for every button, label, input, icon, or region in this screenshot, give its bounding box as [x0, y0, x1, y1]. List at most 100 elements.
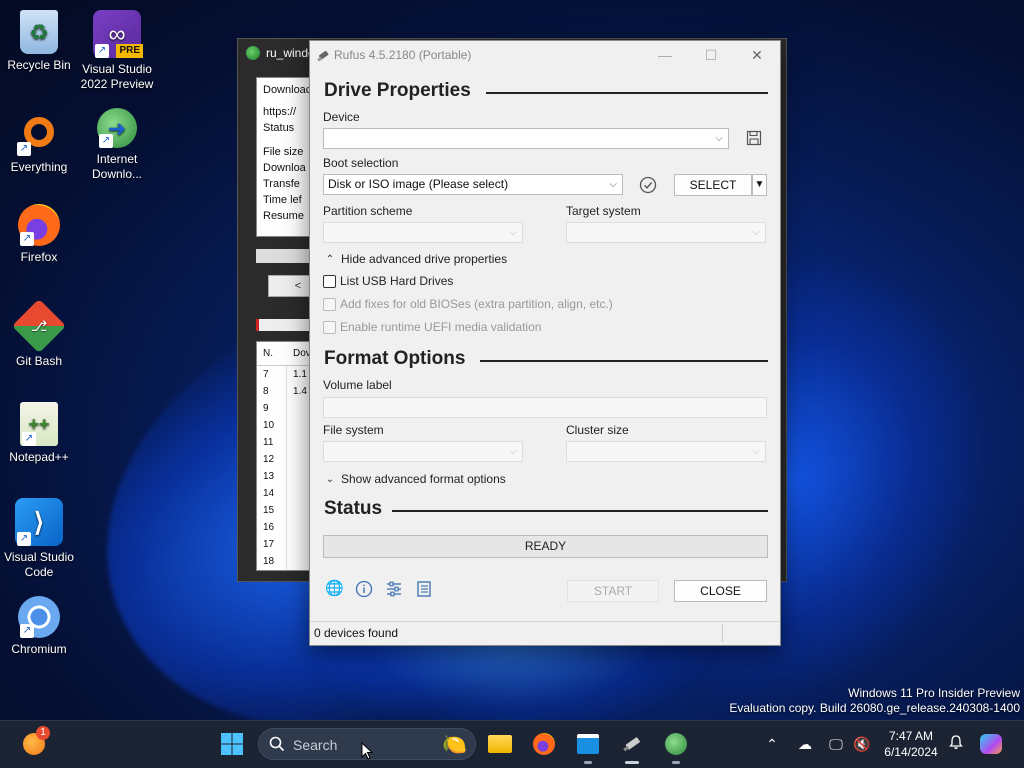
usb-drive-icon [317, 50, 329, 62]
start-button-windows-icon[interactable] [216, 728, 248, 760]
windows-evaluation-watermark: Windows 11 Pro Insider Preview Evaluatio… [729, 686, 1020, 715]
row-value [287, 502, 293, 519]
log-list-icon[interactable] [415, 580, 433, 598]
show-advanced-format-toggle[interactable]: ⌄ Show advanced format options [323, 472, 506, 486]
desktop-icon-label: Firefox [20, 250, 58, 264]
save-icon[interactable] [746, 130, 762, 146]
desktop-icon-internet-download-manager[interactable]: ➜ ↗ Internet Downlo... [78, 108, 156, 182]
volume-muted-icon[interactable]: 🔇 [852, 734, 872, 754]
minimize-button[interactable]: — [642, 41, 688, 69]
select-dropdown-arrow[interactable]: ▼ [752, 174, 767, 196]
desktop-icon-chromium[interactable]: ↗ Chromium [0, 596, 78, 657]
device-dropdown[interactable]: ⌵ [323, 128, 729, 149]
notification-bell-icon[interactable] [946, 734, 966, 754]
window-title: Rufus 4.5.2180 (Portable) [334, 48, 472, 62]
old-bios-fixes-checkbox[interactable]: Add fixes for old BIOSes (extra partitio… [323, 297, 613, 311]
devices-found-text: 0 devices found [314, 626, 399, 640]
rufus-window[interactable]: Rufus 4.5.2180 (Portable) — ☐ ✕ Drive Pr… [309, 40, 781, 646]
chevron-down-icon: ⌵ [715, 133, 723, 144]
shortcut-arrow-icon: ↗ [95, 44, 109, 58]
chevron-down-icon: ⌵ [752, 446, 760, 457]
cluster-size-dropdown[interactable]: ⌵ [566, 441, 766, 462]
partition-scheme-dropdown[interactable]: ⌵ [323, 222, 523, 243]
file-system-dropdown[interactable]: ⌵ [323, 441, 523, 462]
row-number: 16 [257, 519, 287, 536]
desktop-icon-label: Notepad++ [9, 450, 69, 464]
partition-scheme-label: Partition scheme [323, 204, 413, 218]
checkbox-box [323, 297, 336, 311]
volume-label-label: Volume label [323, 378, 392, 392]
close-button[interactable]: CLOSE [674, 580, 767, 602]
rufus-taskbar-icon[interactable] [616, 728, 648, 764]
uefi-validation-checkbox[interactable]: Enable runtime UEFI media validation [323, 320, 541, 334]
row-value [287, 468, 293, 485]
caret-down-icon: ▼ [754, 179, 765, 190]
row-number: 14 [257, 485, 287, 502]
desktop-icon-everything[interactable]: ↗ Everything [0, 108, 78, 175]
device-label: Device [323, 110, 360, 124]
microsoft-store-icon[interactable] [572, 728, 604, 764]
desktop-icon-visual-studio-code[interactable]: ⟩ ↗ Visual Studio Code [0, 498, 78, 580]
select-button[interactable]: SELECT [674, 174, 752, 196]
windows-logo-icon [221, 733, 243, 755]
chevron-up-icon[interactable]: ⌃ [762, 734, 782, 754]
search-input[interactable] [293, 735, 423, 755]
notepad-plus-plus-icon: ++ ↗ [20, 402, 58, 446]
section-divider [480, 360, 768, 362]
file-explorer-icon[interactable] [484, 728, 516, 760]
taskbar-clock[interactable]: 7:47 AM 6/14/2024 [876, 728, 946, 760]
clock-date: 6/14/2024 [884, 745, 938, 759]
list-usb-hard-drives-checkbox[interactable]: List USB Hard Drives [323, 274, 453, 288]
boot-selection-dropdown[interactable]: Disk or ISO image (Please select) ⌵ [323, 174, 623, 195]
copilot-icon[interactable] [980, 734, 1006, 754]
hide-advanced-drive-toggle[interactable]: ⌃ Hide advanced drive properties [323, 252, 507, 266]
row-value [287, 485, 293, 502]
status-progress-bar: READY [323, 535, 768, 558]
checkbox-box [323, 320, 336, 334]
shortcut-arrow-icon: ↗ [20, 624, 34, 638]
format-options-heading: Format Options [324, 348, 466, 369]
target-system-dropdown[interactable]: ⌵ [566, 222, 766, 243]
desktop-icon-recycle-bin[interactable]: ♻ Recycle Bin [0, 10, 78, 73]
desktop-icon-label: Visual Studio Code [4, 550, 74, 579]
drive-properties-heading: Drive Properties [324, 80, 471, 101]
target-system-label: Target system [566, 204, 641, 218]
footer-separator [722, 624, 723, 642]
shortcut-arrow-icon: ↗ [17, 142, 31, 156]
row-value: 1.1 [293, 369, 307, 380]
download-manager-taskbar-icon[interactable] [660, 728, 692, 764]
volume-label-input[interactable] [323, 397, 767, 418]
firefox-taskbar-icon[interactable] [528, 728, 560, 760]
section-divider [486, 92, 768, 94]
checkmark-verify-icon[interactable] [639, 176, 657, 194]
chevron-down-icon: ⌄ [325, 473, 335, 485]
git-bash-icon: ⎇ [11, 298, 67, 354]
start-button[interactable]: START [567, 580, 659, 602]
cluster-size-label: Cluster size [566, 423, 629, 437]
chevron-down-icon: ⌵ [509, 446, 517, 457]
network-monitor-icon[interactable]: 🖵 [826, 734, 846, 754]
onedrive-cloud-icon[interactable]: ☁ [795, 734, 815, 754]
row-value [287, 451, 293, 468]
running-indicator [672, 761, 680, 764]
row-value [287, 417, 293, 434]
row-number: 18 [257, 553, 287, 570]
desktop-icon-git-bash[interactable]: ⎇ Git Bash [0, 298, 78, 369]
rufus-titlebar[interactable]: Rufus 4.5.2180 (Portable) — ☐ ✕ [310, 41, 780, 69]
info-icon[interactable] [355, 580, 373, 598]
chevron-down-icon: ⌵ [609, 179, 617, 190]
widgets-weather-icon[interactable]: 1 [18, 726, 50, 760]
close-window-button[interactable]: ✕ [734, 41, 780, 69]
notification-badge: 1 [36, 726, 50, 740]
search-icon [269, 736, 285, 752]
row-number: 17 [257, 536, 287, 553]
maximize-button[interactable]: ☐ [688, 41, 734, 69]
desktop-icon-firefox[interactable]: ↗ Firefox [0, 204, 78, 265]
recycle-bin-icon: ♻ [20, 10, 58, 54]
clock-time: 7:47 AM [888, 729, 934, 743]
settings-sliders-icon[interactable] [385, 580, 403, 598]
row-number: 15 [257, 502, 287, 519]
globe-language-icon[interactable]: 🌐 [325, 580, 344, 598]
desktop-icon-notepad-plus-plus[interactable]: ++ ↗ Notepad++ [0, 402, 78, 465]
desktop-icon-visual-studio[interactable]: ∞ ↗ PRE Visual Studio 2022 Preview [78, 10, 156, 92]
